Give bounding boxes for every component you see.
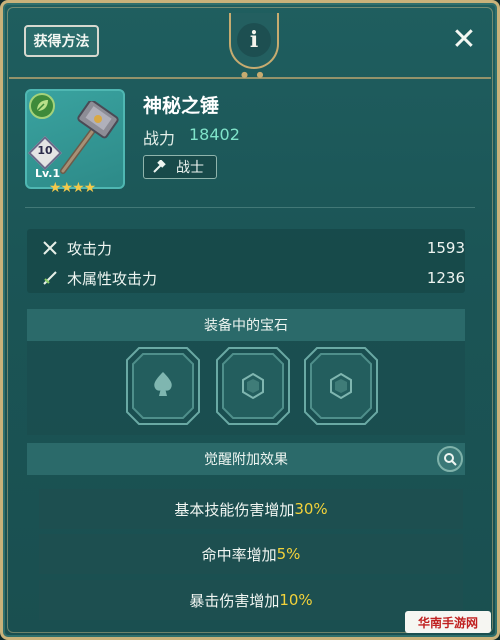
info-tab[interactable]: i (229, 13, 279, 69)
level-number: 10 (37, 144, 53, 157)
header-divider (9, 77, 491, 79)
effect-text: 暴击伤害增加 (189, 591, 280, 610)
effect-percent: 10% (279, 591, 313, 609)
effect-row: 暴击伤害增加 10% (39, 580, 463, 620)
gem-slot-2[interactable] (215, 346, 291, 426)
crossed-swords-icon (43, 241, 57, 255)
watermark-logo: 华南手游网 (405, 611, 491, 633)
gem-slot-1[interactable] (125, 346, 201, 426)
close-button[interactable]: ✕ (449, 25, 479, 55)
class-tag: 战士 (143, 155, 217, 179)
stat-row-attack: 攻击力 1593 (27, 233, 465, 263)
hammer-icon (60, 101, 119, 174)
obtain-method-button[interactable]: 获得方法 (24, 25, 99, 57)
info-icon: i (237, 23, 271, 57)
effect-text: 基本技能伤害增加 (174, 500, 295, 519)
section-divider (25, 207, 475, 208)
level-text: Lv.1 (35, 167, 61, 180)
sword-icon (43, 271, 57, 285)
stats-panel: 攻击力 1593 木属性攻击力 1236 (27, 229, 465, 293)
effect-row: 基本技能伤害增加 30% (39, 489, 463, 529)
power-label: 战力 (143, 129, 176, 148)
star-rating: ★★★★ (49, 180, 96, 196)
item-name: 神秘之锤 (143, 95, 220, 117)
stat-value: 1236 (426, 269, 465, 287)
stat-label: 木属性攻击力 (67, 269, 158, 288)
stat-row-wood-attack: 木属性攻击力 1236 (27, 263, 465, 293)
item-icon-card[interactable]: 10 Lv.1 ★★★★ (25, 89, 125, 196)
power-value: 18402 (189, 125, 240, 144)
gems-section-header: 装备中的宝石 (27, 309, 465, 341)
stat-value: 1593 (426, 239, 465, 257)
effect-percent: 5% (276, 545, 301, 563)
search-icon (444, 453, 457, 466)
effect-text: 命中率增加 (201, 545, 277, 564)
search-button[interactable] (437, 446, 463, 472)
hammer-class-icon (153, 160, 166, 173)
class-label: 战士 (176, 160, 204, 176)
effect-percent: 30% (294, 500, 328, 518)
effect-row: 命中率增加 5% (39, 534, 463, 574)
awaken-section-header: 觉醒附加效果 (27, 443, 465, 475)
gem-slot-3[interactable] (303, 346, 379, 426)
stat-label: 攻击力 (67, 239, 113, 258)
item-detail-panel: 获得方法 i ● ● ✕ 10 Lv.1 ★★★★ 神秘之锤 战力 18402 … (0, 0, 500, 640)
